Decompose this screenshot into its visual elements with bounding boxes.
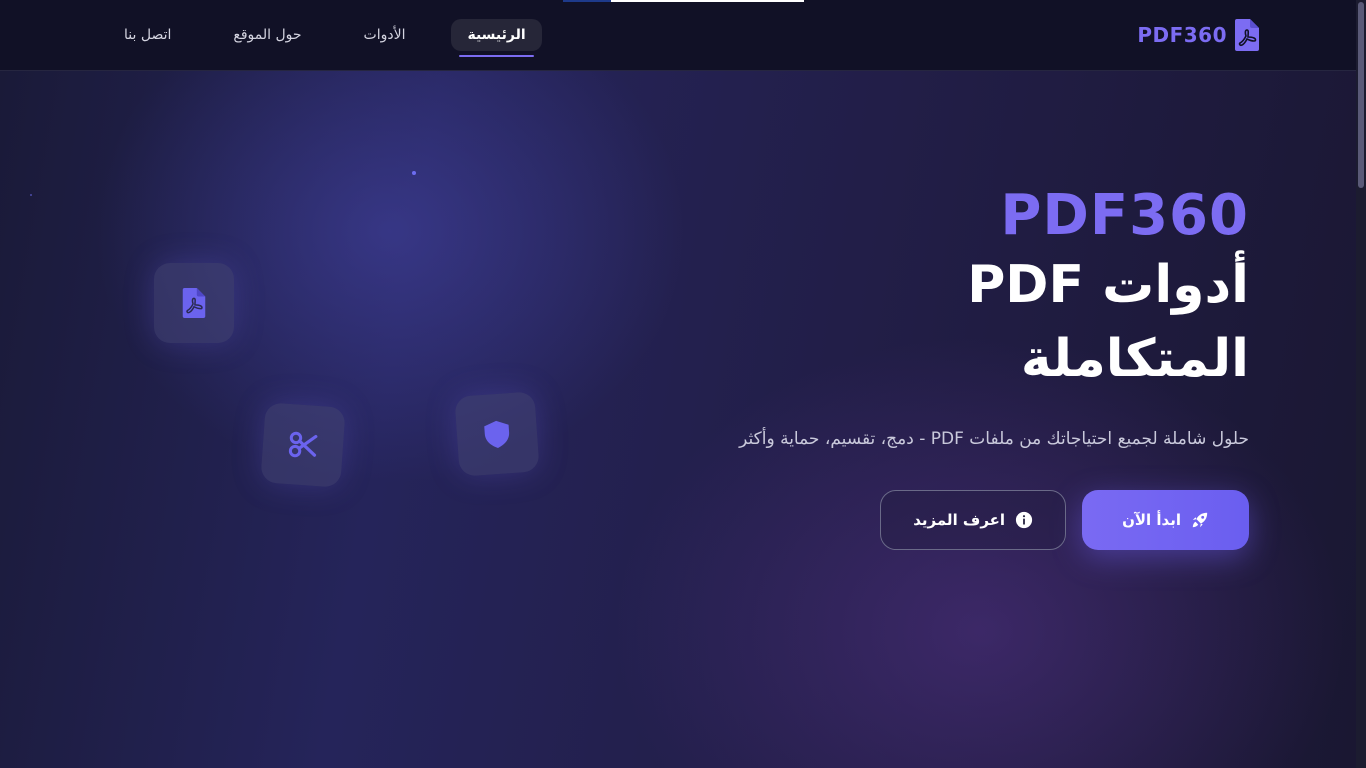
main-nav: الرئيسية الأدوات حول الموقع اتصل بنا (108, 19, 542, 57)
scrollbar-thumb[interactable] (1358, 2, 1364, 188)
split-tool-card (260, 402, 346, 488)
decorative-dot (30, 194, 32, 196)
nav-item-home[interactable]: الرئيسية (451, 19, 542, 57)
nav-item-contact[interactable]: اتصل بنا (108, 19, 187, 51)
hero-content: PDF360 أدوات PDF المتكاملة حلول شاملة لج… (689, 184, 1249, 550)
nav-item-tools[interactable]: الأدوات (348, 19, 422, 51)
rocket-icon (1192, 512, 1208, 528)
start-now-label: ابدأ الآن (1122, 511, 1181, 529)
hero-actions: ابدأ الآن اعرف المزيد (689, 490, 1249, 550)
learn-more-button[interactable]: اعرف المزيد (880, 490, 1067, 550)
pdf-file-icon (1235, 19, 1259, 51)
page-load-progress (563, 0, 804, 2)
hero-brand-title: PDF360 (1000, 183, 1249, 248)
site-header: الرئيسية الأدوات حول الموقع اتصل بنا PDF… (0, 0, 1356, 71)
brand-name: PDF360 (1137, 23, 1227, 47)
pdf-tool-card (154, 263, 234, 343)
hero-subtitle: حلول شاملة لجميع احتياجاتك من ملفات PDF … (739, 429, 1249, 449)
brand-logo[interactable]: PDF360 (1137, 19, 1259, 51)
page-scrollbar[interactable] (1356, 0, 1366, 768)
decorative-dot (412, 171, 416, 175)
learn-more-label: اعرف المزيد (913, 511, 1006, 529)
nav-item-about[interactable]: حول الموقع (217, 19, 317, 51)
hero-section: PDF360 أدوات PDF المتكاملة حلول شاملة لج… (0, 71, 1356, 768)
hero-title-line-1: أدوات PDF (967, 255, 1249, 315)
hero-title-line-2: المتكاملة (1020, 329, 1249, 389)
scissors-icon (288, 431, 318, 458)
info-icon (1015, 511, 1033, 529)
protect-tool-card (454, 391, 540, 477)
start-now-button[interactable]: ابدأ الآن (1082, 490, 1249, 550)
shield-icon (484, 420, 510, 449)
pdf-file-icon (182, 288, 206, 318)
